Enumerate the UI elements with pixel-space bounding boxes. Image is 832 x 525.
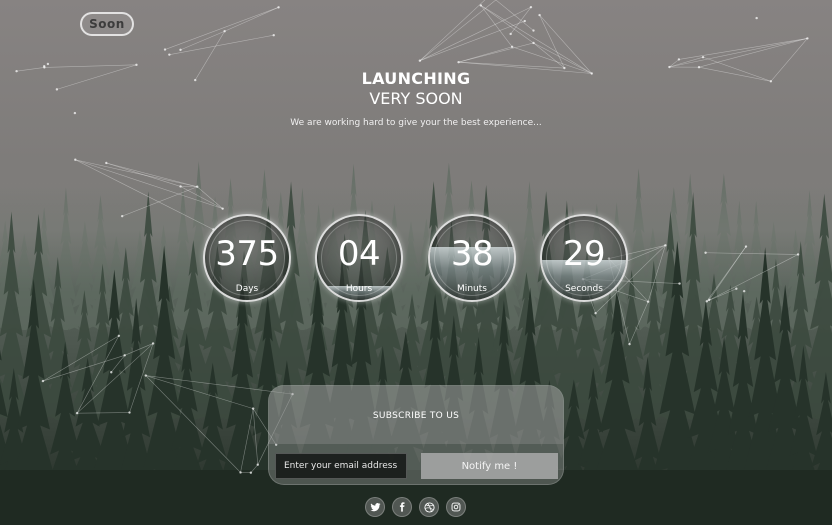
countdown-seconds: 29 Seconds xyxy=(540,214,628,302)
coming-soon-page: Soon LAUNCHING VERY SOON We are working … xyxy=(0,0,832,525)
twitter-link[interactable] xyxy=(365,497,385,517)
countdown-days: 375 Days xyxy=(203,214,291,302)
countdown-seconds-label: Seconds xyxy=(565,284,603,294)
brand-logo[interactable]: Soon xyxy=(80,12,134,36)
hero-title: LAUNCHING xyxy=(361,69,471,88)
dribbble-link[interactable] xyxy=(419,497,439,517)
countdown-hours-value: 04 xyxy=(337,234,381,274)
countdown-minutes-value: 38 xyxy=(450,234,494,274)
countdown-hours-label: Hours xyxy=(345,284,373,294)
email-input[interactable] xyxy=(275,453,407,479)
hero-subtitle: VERY SOON xyxy=(369,89,463,108)
countdown-hours: 04 Hours xyxy=(315,214,403,302)
instagram-link[interactable] xyxy=(446,497,466,517)
countdown-minutes-label: Minuts xyxy=(457,284,487,294)
brand-logo-text: Soon xyxy=(89,17,125,31)
countdown-days-label: Days xyxy=(235,284,259,294)
subscribe-panel: SUBSCRIBE TO US Notify me ! xyxy=(268,385,564,485)
facebook-icon xyxy=(399,502,405,512)
hero-tagline: We are working hard to give your the bes… xyxy=(290,118,542,128)
twitter-icon xyxy=(369,502,381,511)
subscribe-title: SUBSCRIBE TO US xyxy=(372,411,460,421)
facebook-link[interactable] xyxy=(392,497,412,517)
countdown-seconds-value: 29 xyxy=(562,234,606,274)
instagram-icon xyxy=(451,502,461,512)
dribbble-icon xyxy=(423,501,435,513)
notify-button[interactable]: Notify me ! xyxy=(421,453,558,479)
countdown-days-value: 375 xyxy=(215,234,279,274)
countdown-minutes: 38 Minuts xyxy=(428,214,516,302)
